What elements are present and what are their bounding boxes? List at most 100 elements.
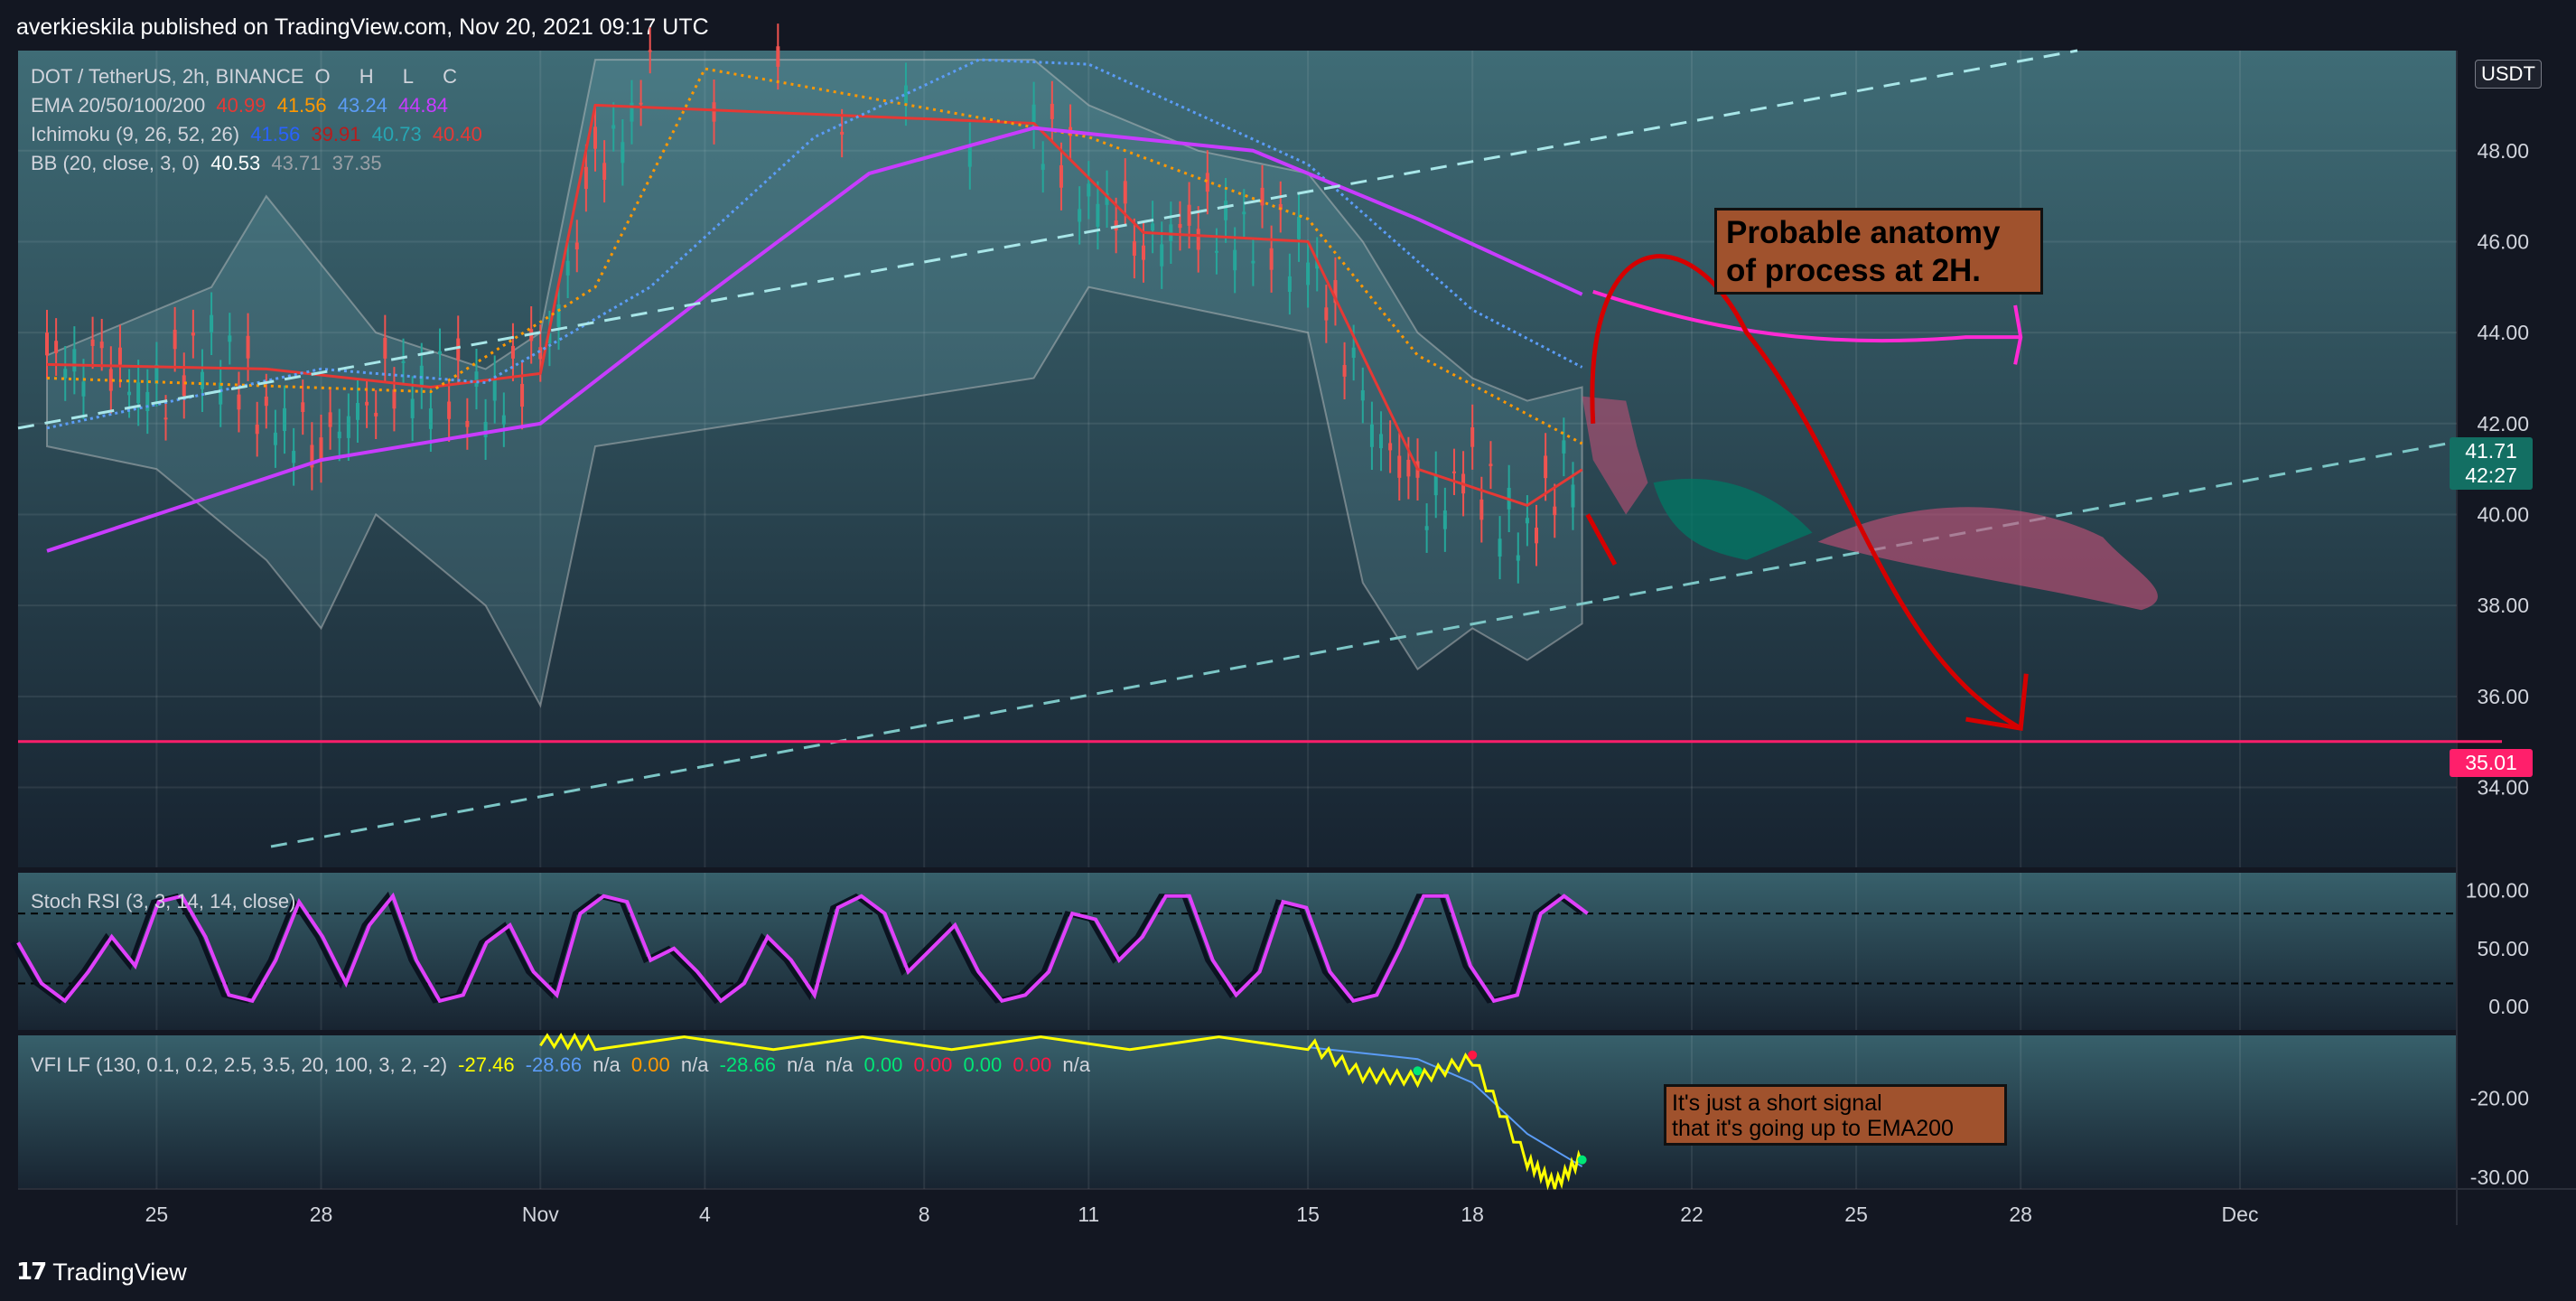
y-tick-label: 36.00 xyxy=(2477,685,2529,708)
vfi-cross-dot-green xyxy=(1577,1155,1587,1165)
ohlc-c: C xyxy=(443,65,458,88)
vfi-legend[interactable]: VFI LF (130, 0.1, 0.2, 2.5, 3.5, 20, 100… xyxy=(31,1053,1096,1077)
currency-button[interactable]: USDT xyxy=(2475,60,2542,89)
vfi-note-line2: that it's going up to EMA200 xyxy=(1672,1116,1954,1141)
bb-upper: 43.71 xyxy=(271,152,322,174)
candle-body xyxy=(438,351,443,354)
candle-body xyxy=(1123,181,1127,204)
candle-body xyxy=(712,102,716,122)
candle-body xyxy=(72,349,77,372)
candle-body xyxy=(191,332,195,336)
candle-body xyxy=(1342,365,1347,377)
candle-body xyxy=(1535,528,1539,544)
x-tick-label: 15 xyxy=(1296,1203,1320,1226)
ohlc-o: O xyxy=(314,65,331,88)
candle-body xyxy=(556,304,561,327)
candle-body xyxy=(145,391,150,412)
candle-body xyxy=(328,412,332,427)
y-tick-label: 46.00 xyxy=(2477,229,2529,253)
y-tick-label: 44.00 xyxy=(2477,321,2529,344)
candle-body xyxy=(90,339,95,346)
ichimoku-legend[interactable]: Ichimoku (9, 26, 52, 26) 41.56 39.91 40.… xyxy=(31,123,488,146)
vfi-cross-dot-green xyxy=(1413,1066,1423,1076)
x-tick-label: 4 xyxy=(699,1203,711,1226)
x-tick-label: Nov xyxy=(522,1203,559,1226)
x-tick-label: 8 xyxy=(919,1203,930,1226)
ema-legend[interactable]: EMA 20/50/100/200 40.99 41.56 43.24 44.8… xyxy=(31,94,453,117)
ichimoku-lead1: 40.73 xyxy=(371,123,422,145)
candle-body xyxy=(319,437,323,461)
candle-body xyxy=(410,398,415,418)
y-tick-label: 48.00 xyxy=(2477,139,2529,163)
candle-body xyxy=(593,126,597,149)
tradingview-logo[interactable]: 17 TradingView xyxy=(16,1254,187,1290)
candle-body xyxy=(210,314,214,332)
vfi-value-9: 0.00 xyxy=(863,1053,903,1076)
x-tick-label: 18 xyxy=(1461,1203,1484,1226)
x-tick-label: 28 xyxy=(310,1203,333,1226)
vfi-value-8: n/a xyxy=(825,1053,854,1076)
candle-body xyxy=(1233,249,1237,271)
candle-body xyxy=(1433,473,1438,496)
candle-body xyxy=(1553,506,1557,516)
anatomy-note-line1: Probable anatomy xyxy=(1726,215,2001,250)
ema20-value: 40.99 xyxy=(216,94,266,117)
candle-body xyxy=(392,389,397,409)
candle-body xyxy=(1470,426,1475,447)
candle-body xyxy=(1479,499,1484,520)
tradingview-logo-icon: 17 xyxy=(16,1259,47,1286)
candle-body xyxy=(1059,164,1063,188)
candle-body xyxy=(583,166,588,190)
x-tick-label: 28 xyxy=(2009,1203,2032,1226)
candle-body xyxy=(246,335,250,359)
candle-body xyxy=(1489,463,1493,466)
vfi-value-5: n/a xyxy=(680,1053,709,1076)
candle-body xyxy=(1087,183,1091,197)
price-chart[interactable]: 25 28 Nov 4 8 11 15 18 22 25 28 Dec 34.00 36.00 38.00 4… xyxy=(0,0,2576,1301)
bb-legend[interactable]: BB (20, close, 3, 0) 40.53 43.71 37.35 xyxy=(31,152,387,175)
candle-body xyxy=(1050,103,1054,119)
candle-body xyxy=(1379,434,1384,449)
candle-body xyxy=(45,332,49,356)
bar-countdown: 42:27 xyxy=(2465,463,2517,487)
candle-body xyxy=(456,338,461,360)
candle-body xyxy=(501,415,506,425)
x-tick-label: 11 xyxy=(1078,1203,1099,1226)
last-price: 41.71 xyxy=(2465,439,2517,463)
candle-body xyxy=(219,382,223,405)
vfi-value-6: -28.66 xyxy=(719,1053,776,1076)
candle-body xyxy=(81,381,86,397)
candle-body xyxy=(648,50,652,52)
vfi-value-11: 0.00 xyxy=(963,1053,1003,1076)
candle-body xyxy=(1324,307,1329,321)
candle-body xyxy=(1269,248,1274,270)
vfi-value-7: n/a xyxy=(787,1053,815,1076)
y-tick-label: 42.00 xyxy=(2477,412,2529,435)
candle-body xyxy=(355,402,359,420)
stoch-y-tick: 50.00 xyxy=(2477,937,2529,960)
candle-body xyxy=(1196,229,1200,250)
vfi-note: It's just a short signal that it's going… xyxy=(1664,1084,2007,1146)
ohlc-h: H xyxy=(359,65,374,88)
candle-body xyxy=(237,394,241,410)
candle-body xyxy=(228,335,232,342)
vfi-value-13: n/a xyxy=(1062,1053,1090,1076)
x-tick-label: 25 xyxy=(145,1203,169,1226)
vfi-value-4: 0.00 xyxy=(630,1053,670,1076)
stoch-legend[interactable]: Stoch RSI (3, 3, 14, 14, close) xyxy=(31,890,301,913)
candle-body xyxy=(1562,440,1566,454)
candle-body xyxy=(283,407,287,432)
footer-bar: 17 TradingView xyxy=(0,1245,2576,1301)
candle-body xyxy=(1351,347,1356,359)
tradingview-brand: TradingView xyxy=(52,1258,187,1286)
vfi-note-line1: It's just a short signal xyxy=(1672,1090,1882,1116)
candle-body xyxy=(1096,203,1100,227)
symbol-label: DOT / TetherUS, 2h, BINANCE xyxy=(31,65,304,88)
stoch-y-tick: 0.00 xyxy=(2488,995,2529,1018)
candle-body xyxy=(1214,250,1218,253)
candle-body xyxy=(1406,459,1411,477)
bb-basis: 40.53 xyxy=(210,152,261,174)
candle-body xyxy=(1451,471,1456,473)
candle-body xyxy=(54,341,59,353)
ema200-value: 44.84 xyxy=(397,94,449,117)
